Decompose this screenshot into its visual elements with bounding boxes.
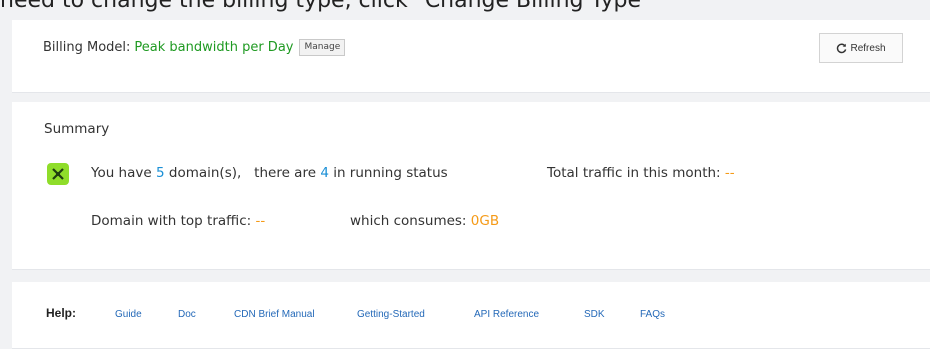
monthly-traffic-value: -- [724,165,735,181]
domain-suffix: domain(s), [168,165,242,181]
summary-title: Summary [44,121,110,137]
summary-prefix: You have [91,165,152,181]
running-suffix: in running status [333,165,448,181]
consumption-line: which consumes: 0GB [350,213,499,229]
running-count[interactable]: 4 [320,165,329,181]
consumption-label: which consumes: [350,213,467,229]
manage-button[interactable]: Manage [299,39,346,56]
billing-model-label: Billing Model: [43,40,131,55]
domain-summary-line: You have 5 domain(s), there are 4 in run… [91,165,448,181]
summary-card: Summary You have 5 domain(s), there are … [12,102,930,270]
refresh-label: Refresh [850,42,886,54]
help-label: Help: [46,306,76,320]
instruction-caption: need to change the billing type, click "… [0,0,652,13]
domains-icon [47,163,69,185]
consumption-value: 0GB [470,213,500,229]
domain-count[interactable]: 5 [156,165,165,181]
refresh-button[interactable]: Refresh [819,33,903,63]
help-link-faqs[interactable]: FAQs [640,309,665,320]
billing-model-value: Peak bandwidth per Day [134,40,294,55]
top-traffic-label: Domain with top traffic: [91,213,252,229]
top-traffic-line: Domain with top traffic: -- [91,213,265,229]
help-link-cdn-brief-manual[interactable]: CDN Brief Manual [234,309,315,320]
monthly-traffic-label: Total traffic in this month: [547,165,721,181]
help-link-api-reference[interactable]: API Reference [474,309,539,320]
help-link-getting-started[interactable]: Getting-Started [357,309,425,320]
top-traffic-value: -- [255,213,266,229]
help-link-sdk[interactable]: SDK [584,309,605,320]
billing-card: Billing Model: Peak bandwidth per Day Ma… [12,20,930,93]
help-link-guide[interactable]: Guide [115,309,142,320]
help-card: Help: Guide Doc CDN Brief Manual Getting… [12,282,930,349]
refresh-icon [837,43,847,53]
help-link-doc[interactable]: Doc [178,309,196,320]
monthly-traffic-line: Total traffic in this month: -- [547,165,735,181]
running-prefix: there are [254,165,317,181]
billing-model-row: Billing Model: Peak bandwidth per Day Ma… [43,39,346,56]
